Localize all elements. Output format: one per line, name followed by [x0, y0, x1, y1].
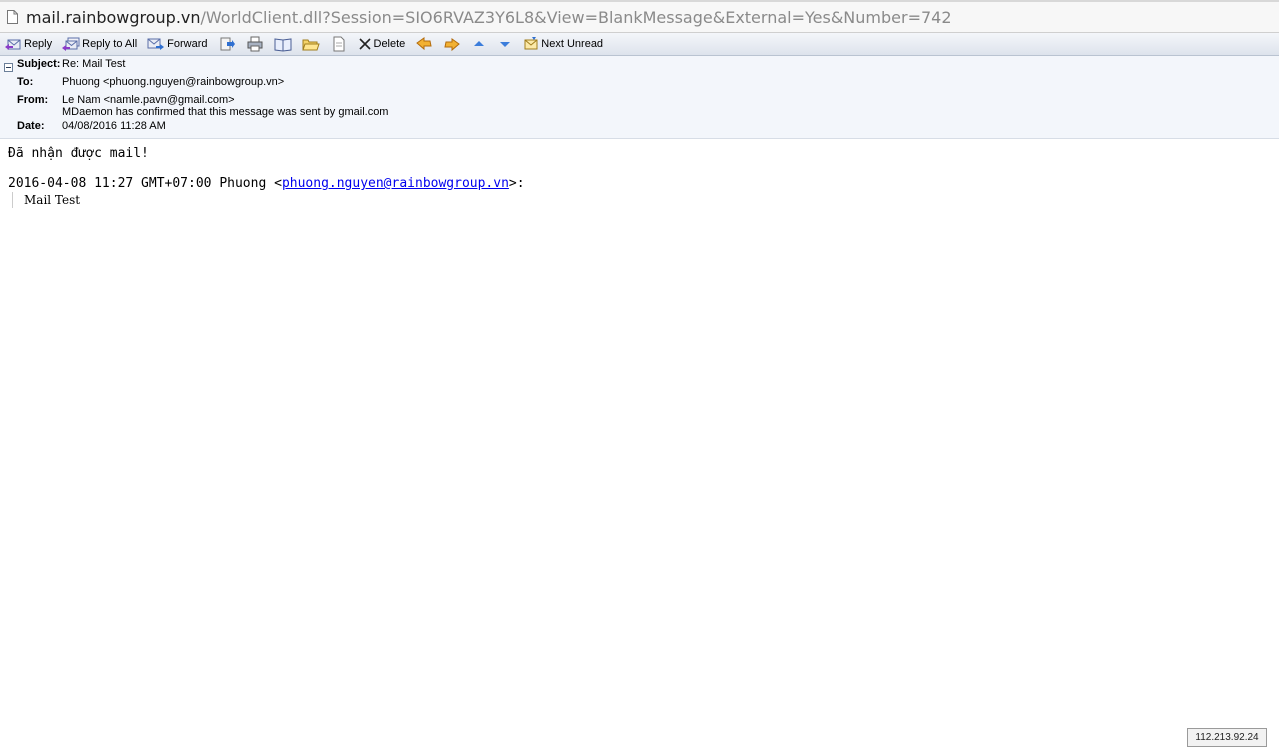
next-unread-label: Next Unread: [541, 38, 604, 50]
ip-address-badge: 112.213.92.24: [1187, 728, 1267, 747]
previous-message-button[interactable]: [415, 34, 433, 55]
open-folder-button[interactable]: [301, 34, 320, 55]
delete-button[interactable]: Delete: [358, 34, 406, 55]
date-label: Date:: [17, 120, 45, 132]
date-value: 04/08/2016 11:28 AM: [62, 120, 166, 132]
reply-all-label: Reply to All: [82, 38, 138, 50]
reply-attribution-suffix: >:: [508, 176, 525, 191]
url-path: /WorldClient.dll?Session=SIO6RVAZ3Y6L8&V…: [200, 7, 952, 27]
reply-attribution-prefix: 2016-04-08 11:27 GMT+07:00 Phuong <: [8, 176, 282, 191]
reply-button[interactable]: Reply: [4, 34, 52, 55]
body-text-line: Đã nhận được mail!: [8, 146, 149, 161]
from-value: Le Nam <namle.pavn@gmail.com>: [62, 94, 235, 106]
sender-email-link[interactable]: phuong.nguyen@rainbowgroup.vn: [282, 176, 509, 191]
down-arrow-icon: [500, 42, 511, 47]
url-text[interactable]: mail.rainbowgroup.vn/WorldClient.dll?Ses…: [26, 8, 952, 27]
next-message-icon: [444, 38, 461, 52]
next-unread-button[interactable]: Next Unread: [523, 34, 603, 55]
quoted-text: Mail Test: [12, 192, 525, 208]
move-button[interactable]: [218, 34, 236, 55]
to-value: Phuong <phuong.nguyen@rainbowgroup.vn>: [62, 76, 285, 88]
from-label: From:: [17, 94, 49, 106]
message-body: Đã nhận được mail! 2016-04-08 11:27 GMT+…: [8, 145, 525, 208]
down-arrow-button[interactable]: [497, 34, 513, 55]
reply-all-button[interactable]: Reply to All: [62, 34, 137, 55]
up-arrow-button[interactable]: [471, 34, 487, 55]
from-verification-note: MDaemon has confirmed that this message …: [62, 106, 389, 118]
previous-message-icon: [416, 37, 432, 51]
print-icon: [247, 36, 262, 52]
address-book-icon: [274, 38, 291, 52]
move-icon: [220, 37, 235, 51]
reply-attribution: 2016-04-08 11:27 GMT+07:00 Phuong <phuon…: [8, 175, 525, 192]
address-bar[interactable]: mail.rainbowgroup.vn/WorldClient.dll?Ses…: [0, 0, 1279, 33]
open-folder-icon: [301, 39, 320, 51]
message-header: Subject: Re: Mail Test To: Phuong <phuon…: [0, 56, 1279, 139]
delete-icon: [358, 38, 371, 50]
next-unread-icon: [524, 37, 538, 50]
reply-all-icon: [62, 37, 80, 51]
url-host: mail.rainbowgroup.vn: [26, 7, 201, 27]
address-book-button[interactable]: [274, 34, 292, 55]
forward-icon: [147, 38, 165, 50]
forward-label: Forward: [167, 38, 208, 50]
up-arrow-icon: [474, 41, 485, 46]
next-message-button[interactable]: [443, 34, 461, 55]
view-source-icon: [333, 36, 344, 52]
to-label: To:: [17, 76, 34, 88]
subject-value: Re: Mail Test: [62, 58, 126, 70]
collapse-header-icon[interactable]: [4, 63, 13, 72]
forward-button[interactable]: Forward: [147, 34, 208, 55]
message-toolbar: Reply Reply to All Forward Delete Next U…: [0, 33, 1279, 56]
reply-icon: [5, 39, 21, 50]
reply-label: Reply: [24, 38, 53, 50]
print-button[interactable]: [246, 34, 264, 55]
delete-label: Delete: [373, 38, 406, 50]
page-icon: [7, 10, 18, 24]
view-source-button[interactable]: [330, 34, 348, 55]
subject-label: Subject:: [17, 58, 61, 70]
